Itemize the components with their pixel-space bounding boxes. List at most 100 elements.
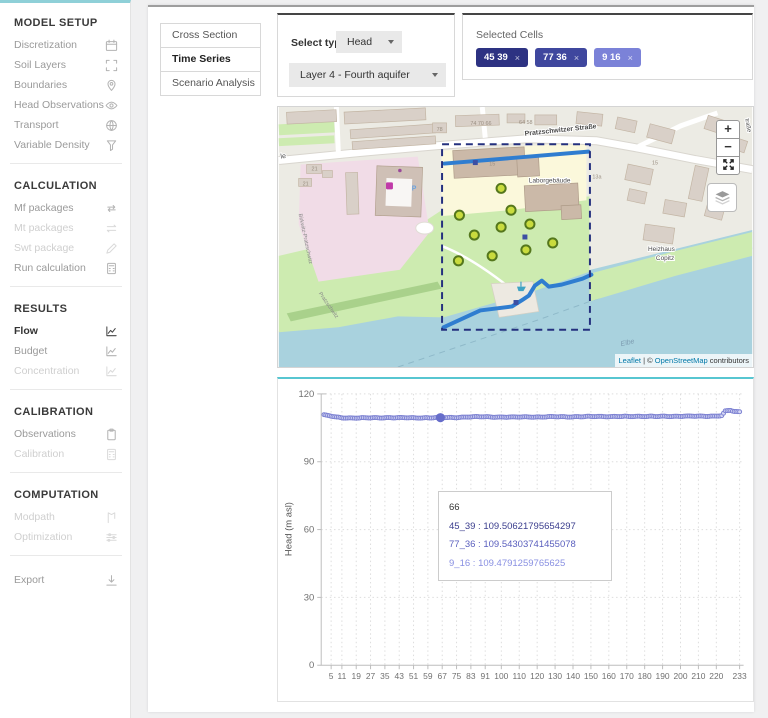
observation-well-marker[interactable] bbox=[455, 211, 464, 220]
sidebar-item-label: Mf packages bbox=[14, 202, 74, 214]
svg-text:11: 11 bbox=[338, 671, 347, 681]
chart-panel: 0306090120511192735435159677583911001101… bbox=[277, 377, 754, 702]
zoom-in-button[interactable]: + bbox=[716, 120, 740, 139]
house-number: 21 bbox=[303, 181, 309, 187]
chart-tooltip: 66 45_39 : 109.50621795654297 77_36 : 10… bbox=[438, 491, 612, 581]
svg-text:60: 60 bbox=[304, 525, 315, 536]
tab-cross-section[interactable]: Cross Section bbox=[160, 23, 261, 48]
sidebar-item-label: Calibration bbox=[14, 448, 64, 460]
sidebar-section-title: COMPUTATION bbox=[0, 475, 130, 507]
svg-text:43: 43 bbox=[395, 671, 405, 681]
tab-scenario-analysis[interactable]: Scenario Analysis bbox=[160, 71, 261, 96]
selected-cell-marker[interactable] bbox=[514, 300, 519, 305]
expand-corners-icon bbox=[105, 59, 118, 72]
selected-cell-marker[interactable] bbox=[522, 235, 527, 240]
sidebar-item-discretization[interactable]: Discretization bbox=[0, 35, 130, 55]
sidebar-item-transport[interactable]: Transport bbox=[0, 115, 130, 135]
sidebar-item-export[interactable]: Export bbox=[0, 570, 130, 590]
sidebar-item-label: Optimization bbox=[14, 531, 72, 543]
layers-icon bbox=[714, 190, 731, 205]
exchange-arrows-icon bbox=[105, 222, 118, 235]
sidebar-item-variable-density[interactable]: Variable Density bbox=[0, 135, 130, 155]
calendar-icon bbox=[105, 39, 118, 52]
svg-text:220: 220 bbox=[709, 671, 723, 681]
observation-well-marker[interactable] bbox=[488, 251, 497, 260]
sidebar-item-observations[interactable]: Observations bbox=[0, 424, 130, 444]
layer-dropdown[interactable]: Layer 4 - Fourth aquifer bbox=[289, 63, 446, 87]
parking-label: P bbox=[412, 185, 417, 192]
sidebar-item-label: Boundaries bbox=[14, 79, 67, 91]
svg-text:200: 200 bbox=[673, 671, 687, 681]
observation-well-marker[interactable] bbox=[525, 220, 534, 229]
fullscreen-button[interactable] bbox=[716, 156, 740, 175]
house-number: 21 bbox=[312, 167, 318, 173]
sidebar-item-boundaries[interactable]: Boundaries bbox=[0, 75, 130, 95]
svg-text:67: 67 bbox=[438, 671, 448, 681]
svg-text:120: 120 bbox=[530, 671, 544, 681]
osm-link[interactable]: OpenStreetMap bbox=[655, 356, 708, 365]
sidebar-section-title: RESULTS bbox=[0, 289, 130, 321]
cell-chip-label: 9 16 bbox=[602, 52, 621, 63]
observation-well-marker[interactable] bbox=[506, 206, 515, 215]
sliders-icon bbox=[105, 531, 118, 544]
zoom-out-button[interactable]: − bbox=[716, 138, 740, 157]
svg-text:140: 140 bbox=[566, 671, 580, 681]
svg-text:Head (m asl): Head (m asl) bbox=[283, 502, 294, 556]
poi-dot-icon bbox=[398, 169, 402, 173]
svg-text:35: 35 bbox=[380, 671, 390, 681]
chevron-down-icon bbox=[432, 73, 438, 77]
sidebar-item-modpath: Modpath bbox=[0, 507, 130, 527]
svg-text:5: 5 bbox=[329, 671, 334, 681]
attribution-text: contributors bbox=[708, 356, 749, 365]
observation-well-marker[interactable] bbox=[521, 245, 530, 254]
observation-well-marker[interactable] bbox=[470, 230, 479, 239]
observation-well-marker[interactable] bbox=[497, 223, 506, 232]
sidebar-item-mt-packages: Mt packages bbox=[0, 218, 130, 238]
cell-chip-45-39[interactable]: 45 39 × bbox=[476, 48, 528, 67]
map-pin-icon bbox=[105, 79, 118, 92]
observation-well-marker[interactable] bbox=[497, 184, 506, 193]
sidebar: MODEL SETUP Discretization Soil Layers B… bbox=[0, 0, 131, 718]
map-zoom-controls: + − bbox=[716, 120, 740, 175]
selected-cell-marker[interactable] bbox=[473, 160, 478, 165]
observation-well-marker[interactable] bbox=[454, 256, 463, 265]
remove-cell-icon[interactable]: × bbox=[628, 53, 633, 63]
main-content: Cross Section Time Series Scenario Analy… bbox=[148, 5, 754, 712]
layers-control-button[interactable] bbox=[707, 183, 737, 212]
view-tabs: Cross Section Time Series Scenario Analy… bbox=[160, 24, 261, 96]
tooltip-row-9-16: 9_16 : 109.4791259765625 bbox=[449, 555, 601, 574]
sidebar-item-run-calculation[interactable]: Run calculation bbox=[0, 258, 130, 278]
download-icon bbox=[105, 574, 118, 587]
sidebar-item-label: Export bbox=[14, 574, 44, 586]
sidebar-item-head-observations[interactable]: Head Observations bbox=[0, 95, 130, 115]
leaflet-link[interactable]: Leaflet bbox=[619, 356, 642, 365]
sidebar-divider bbox=[10, 286, 122, 287]
observation-well-marker[interactable] bbox=[548, 238, 557, 247]
sidebar-item-label: Variable Density bbox=[14, 139, 90, 151]
svg-text:100: 100 bbox=[494, 671, 508, 681]
svg-text:170: 170 bbox=[620, 671, 634, 681]
map-attribution: Leaflet | © OpenStreetMap contributors bbox=[615, 354, 754, 367]
sidebar-item-soil-layers[interactable]: Soil Layers bbox=[0, 55, 130, 75]
sidebar-item-label: Swt package bbox=[14, 242, 74, 254]
cell-chip-9-16[interactable]: 9 16 × bbox=[594, 48, 641, 67]
fullscreen-icon bbox=[723, 159, 734, 170]
svg-text:150: 150 bbox=[584, 671, 598, 681]
svg-text:75: 75 bbox=[452, 671, 462, 681]
clipboard-icon bbox=[105, 428, 118, 441]
remove-cell-icon[interactable]: × bbox=[574, 53, 579, 63]
remove-cell-icon[interactable]: × bbox=[515, 53, 520, 63]
sidebar-item-mf-packages[interactable]: Mf packages bbox=[0, 198, 130, 218]
density-icon bbox=[105, 139, 118, 152]
select-type-panel: Select type Head Layer 4 - Fourth aquife… bbox=[277, 13, 455, 97]
sidebar-item-optimization: Optimization bbox=[0, 527, 130, 547]
site-map[interactable]: Pratzschwitzer Straße le traße Laborgebä… bbox=[278, 107, 753, 367]
loop-arrows-icon bbox=[105, 202, 118, 215]
type-dropdown[interactable]: Head bbox=[336, 31, 402, 53]
sidebar-item-budget[interactable]: Budget bbox=[0, 341, 130, 361]
sidebar-divider bbox=[10, 163, 122, 164]
sidebar-item-flow[interactable]: Flow bbox=[0, 321, 130, 341]
cell-chip-77-36[interactable]: 77 36 × bbox=[535, 48, 587, 67]
tab-time-series[interactable]: Time Series bbox=[160, 47, 261, 72]
map-panel: Pratzschwitzer Straße le traße Laborgebä… bbox=[277, 106, 754, 368]
